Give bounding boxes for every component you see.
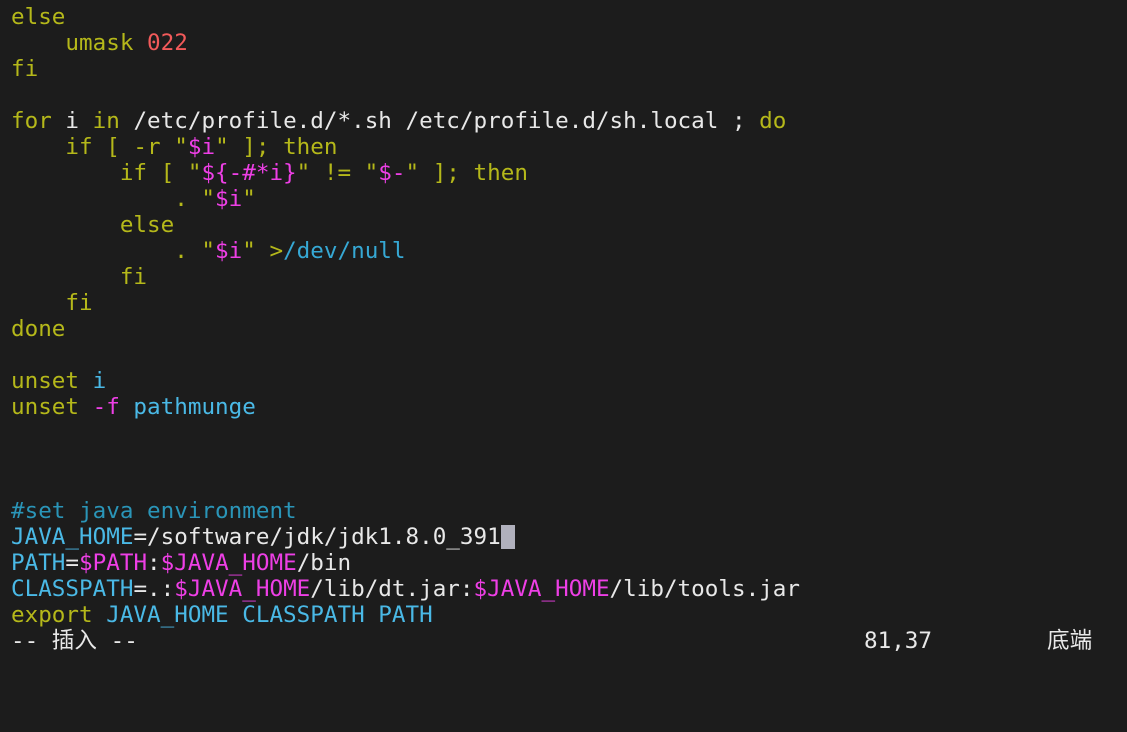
code-line[interactable] — [11, 446, 800, 472]
code-token: in — [92, 108, 120, 134]
code-token: if [ " — [11, 160, 202, 186]
code-token: i — [51, 108, 93, 134]
code-token: " — [242, 186, 256, 212]
code-token: . " — [11, 186, 216, 212]
code-line[interactable] — [11, 420, 800, 446]
code-line[interactable] — [11, 82, 800, 108]
code-line[interactable]: for i in /etc/profile.d/*.sh /etc/profil… — [11, 108, 800, 134]
code-token: CLASSPATH — [11, 576, 134, 602]
code-token: $PATH — [79, 550, 148, 576]
code-token: /lib/tools.jar — [609, 576, 800, 602]
code-token: fi — [11, 56, 39, 82]
code-line[interactable]: fi — [11, 290, 800, 316]
code-token: ${-#*i} — [201, 160, 297, 186]
code-token: fi — [11, 290, 93, 316]
code-token: $i — [215, 238, 243, 264]
code-line[interactable]: export JAVA_HOME CLASSPATH PATH — [11, 602, 800, 628]
code-token: i — [79, 368, 107, 394]
code-token: $JAVA_HOME — [160, 550, 297, 576]
code-line[interactable]: if [ "${-#*i}" != "$-" ]; then — [11, 160, 800, 186]
code-token: $i — [187, 134, 216, 160]
code-token: $i — [215, 186, 243, 212]
code-token: fi — [11, 264, 148, 290]
code-token: = — [65, 550, 80, 576]
code-line[interactable] — [11, 472, 800, 498]
code-token: else — [11, 212, 175, 238]
code-line[interactable]: else — [11, 4, 800, 30]
code-token: =/software/jdk/jdk1.8.0_391 — [133, 524, 501, 550]
code-token: /dev/null — [283, 238, 406, 264]
code-token: -f — [79, 394, 120, 420]
code-token: " != " — [296, 160, 379, 186]
code-token: $- — [378, 160, 406, 186]
code-line[interactable]: fi — [11, 56, 800, 82]
code-token: /etc/profile.d/*.sh /etc/profile.d/sh.lo… — [119, 108, 760, 134]
vim-editor-buffer[interactable]: else umask 022 fi for i in /etc/profile.d/… — [11, 4, 800, 628]
code-token: =.: — [133, 576, 175, 602]
code-token: /bin — [296, 550, 352, 576]
text-cursor — [500, 525, 515, 549]
code-token: else — [11, 4, 66, 30]
code-line[interactable]: unset i — [11, 368, 800, 394]
code-token: . " — [11, 238, 216, 264]
code-token: for — [11, 108, 52, 134]
code-token: JAVA_HOME — [11, 524, 134, 550]
code-line[interactable]: umask 022 — [11, 30, 800, 56]
code-token: done — [11, 316, 66, 342]
code-token: umask — [11, 30, 148, 56]
code-token: $JAVA_HOME — [174, 576, 311, 602]
code-line[interactable]: #set java environment — [11, 498, 800, 524]
code-token: PATH — [11, 550, 66, 576]
code-line[interactable]: unset -f pathmunge — [11, 394, 800, 420]
code-token: pathmunge — [119, 394, 256, 420]
code-token: unset — [11, 368, 80, 394]
code-token: " ]; then — [215, 134, 338, 160]
code-token: /lib/dt.jar: — [310, 576, 474, 602]
cursor-position: 81,37 — [864, 628, 933, 654]
code-token: do — [759, 108, 787, 134]
code-token: JAVA_HOME CLASSPATH PATH — [92, 602, 433, 628]
code-line[interactable]: fi — [11, 264, 800, 290]
code-line[interactable]: if [ -r "$i" ]; then — [11, 134, 800, 160]
code-token: " ]; then — [405, 160, 528, 186]
code-token: export — [11, 602, 93, 628]
code-token: 022 — [147, 30, 188, 56]
code-line[interactable]: CLASSPATH=.:$JAVA_HOME/lib/dt.jar:$JAVA_… — [11, 576, 800, 602]
code-token: : — [147, 550, 161, 576]
scroll-position: 底端 — [1047, 628, 1093, 654]
code-token: #set java environment — [11, 498, 297, 524]
code-line[interactable]: . "$i" — [11, 186, 800, 212]
code-token: " > — [242, 238, 284, 264]
code-line[interactable]: . "$i" >/dev/null — [11, 238, 800, 264]
vim-status-line: -- 插入 -- 81,37 底端 — [11, 628, 1121, 654]
code-token: if [ -r " — [11, 134, 188, 160]
mode-indicator: -- 插入 -- — [11, 628, 138, 654]
code-line[interactable] — [11, 342, 800, 368]
code-token: unset — [11, 394, 80, 420]
code-token: $JAVA_HOME — [473, 576, 610, 602]
code-line[interactable]: PATH=$PATH:$JAVA_HOME/bin — [11, 550, 800, 576]
code-line[interactable]: JAVA_HOME=/software/jdk/jdk1.8.0_391 — [11, 524, 800, 550]
code-line[interactable]: done — [11, 316, 800, 342]
code-line[interactable]: else — [11, 212, 800, 238]
